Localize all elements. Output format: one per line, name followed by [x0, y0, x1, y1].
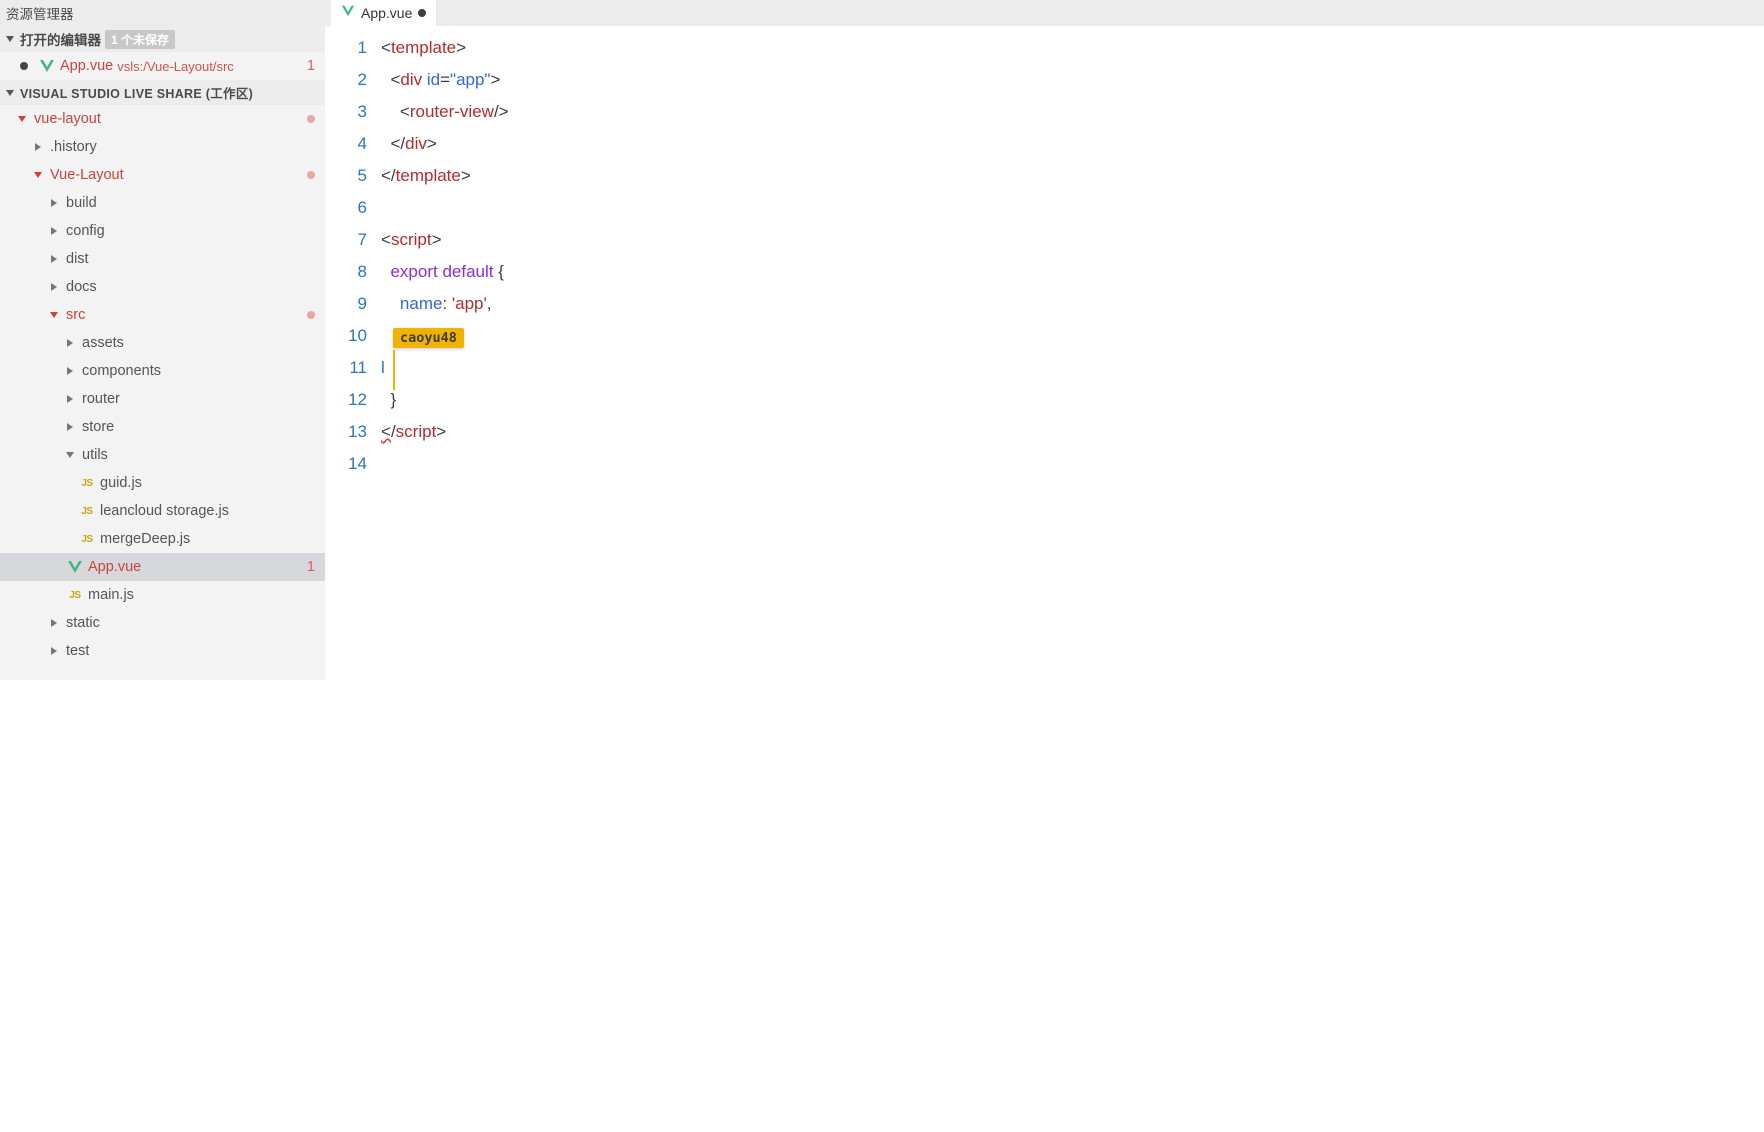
- open-editor-file[interactable]: App.vue vsls:/Vue-Layout/src 1: [0, 52, 325, 80]
- editor-pane: App.vue 123 456 789 101112 1314 <templat…: [325, 0, 1764, 680]
- modified-dot-icon: [20, 62, 28, 70]
- chevron-right-icon: [50, 283, 60, 291]
- git-modified-dot-icon: [307, 115, 315, 123]
- js-file-icon: JS: [66, 590, 84, 601]
- file-tree: vue-layout .history Vue-Layout build con…: [0, 105, 325, 665]
- folder-components[interactable]: components: [0, 357, 325, 385]
- code-line[interactable]: <div id="app">: [381, 64, 1764, 96]
- open-editors-header[interactable]: 打开的编辑器 1 个未保存: [0, 26, 325, 52]
- folder-static[interactable]: static: [0, 609, 325, 637]
- code-lines: <template> <div id="app"> <router-view/>…: [381, 32, 1764, 680]
- chevron-right-icon: [50, 255, 60, 263]
- open-file-path: vsls:/Vue-Layout/src: [117, 59, 234, 74]
- tab-bar: App.vue: [325, 0, 1764, 26]
- presence-cursor: [393, 350, 395, 390]
- code-line[interactable]: </div>: [381, 128, 1764, 160]
- chevron-right-icon: [66, 395, 76, 403]
- chevron-down-icon: [50, 311, 60, 319]
- folder-test[interactable]: test: [0, 637, 325, 665]
- chevron-right-icon: [66, 423, 76, 431]
- file-guid[interactable]: JSguid.js: [0, 469, 325, 497]
- chevron-right-icon: [34, 143, 44, 151]
- code-line[interactable]: <template>: [381, 32, 1764, 64]
- folder-docs[interactable]: docs: [0, 273, 325, 301]
- chevron-right-icon: [50, 619, 60, 627]
- chevron-right-icon: [66, 339, 76, 347]
- file-mergedeep[interactable]: JSmergeDeep.js: [0, 525, 325, 553]
- workspace-header[interactable]: VISUAL STUDIO LIVE SHARE (工作区): [0, 80, 325, 105]
- workspace-label: VISUAL STUDIO LIVE SHARE (工作区): [20, 83, 253, 102]
- git-modified-dot-icon: [307, 311, 315, 319]
- file-leancloud[interactable]: JSleancloud storage.js: [0, 497, 325, 525]
- code-line[interactable]: [381, 192, 1764, 224]
- folder-config[interactable]: config: [0, 217, 325, 245]
- folder-router[interactable]: router: [0, 385, 325, 413]
- vue-file-icon: [66, 559, 84, 575]
- code-line[interactable]: l: [381, 352, 1764, 384]
- chevron-down-icon: [66, 451, 76, 459]
- code-line[interactable]: }: [381, 384, 1764, 416]
- file-problems-count: 1: [307, 559, 315, 575]
- file-main[interactable]: JSmain.js: [0, 581, 325, 609]
- line-numbers: 123 456 789 101112 1314: [325, 32, 381, 680]
- tab-app-vue[interactable]: App.vue: [331, 0, 437, 26]
- folder-dist[interactable]: dist: [0, 245, 325, 273]
- chevron-down-icon: [18, 115, 28, 123]
- code-line[interactable]: nted(){: [381, 320, 1764, 352]
- git-modified-dot-icon: [307, 171, 315, 179]
- modified-dot-icon: [418, 9, 426, 17]
- chevron-right-icon: [50, 199, 60, 207]
- chevron-down-icon: [34, 171, 44, 179]
- code-line[interactable]: [381, 448, 1764, 480]
- unsaved-badge: 1 个未保存: [105, 30, 175, 49]
- explorer-title: 资源管理器: [0, 0, 325, 26]
- folder-vue-layout[interactable]: vue-layout: [0, 105, 325, 133]
- code-line[interactable]: name: 'app',: [381, 288, 1764, 320]
- chevron-down-icon: [6, 35, 16, 43]
- folder-store[interactable]: store: [0, 413, 325, 441]
- folder-utils[interactable]: utils: [0, 441, 325, 469]
- vue-file-icon: [38, 58, 56, 74]
- code-editor[interactable]: 123 456 789 101112 1314 <template> <div …: [325, 26, 1764, 680]
- open-editors-label: 打开的编辑器: [20, 29, 101, 49]
- presence-nametag: caoyu48: [393, 328, 464, 348]
- chevron-right-icon: [50, 647, 60, 655]
- folder-build[interactable]: build: [0, 189, 325, 217]
- folder-assets[interactable]: assets: [0, 329, 325, 357]
- tab-label: App.vue: [361, 5, 412, 21]
- code-line[interactable]: <router-view/>: [381, 96, 1764, 128]
- js-file-icon: JS: [78, 506, 96, 517]
- code-line[interactable]: export default {: [381, 256, 1764, 288]
- open-file-name: App.vue: [60, 58, 113, 74]
- open-file-count: 1: [307, 58, 315, 74]
- js-file-icon: JS: [78, 534, 96, 545]
- folder-src[interactable]: src: [0, 301, 325, 329]
- folder-vue-layout-inner[interactable]: Vue-Layout: [0, 161, 325, 189]
- code-line[interactable]: </script>: [381, 416, 1764, 448]
- vue-file-icon: [341, 4, 355, 22]
- folder-history[interactable]: .history: [0, 133, 325, 161]
- code-line[interactable]: <script>: [381, 224, 1764, 256]
- chevron-right-icon: [50, 227, 60, 235]
- explorer-sidebar: 资源管理器 打开的编辑器 1 个未保存 App.vue vsls:/Vue-La…: [0, 0, 325, 680]
- js-file-icon: JS: [78, 478, 96, 489]
- code-line[interactable]: </template>: [381, 160, 1764, 192]
- chevron-down-icon: [6, 89, 16, 97]
- chevron-right-icon: [66, 367, 76, 375]
- file-app-vue[interactable]: App.vue 1: [0, 553, 325, 581]
